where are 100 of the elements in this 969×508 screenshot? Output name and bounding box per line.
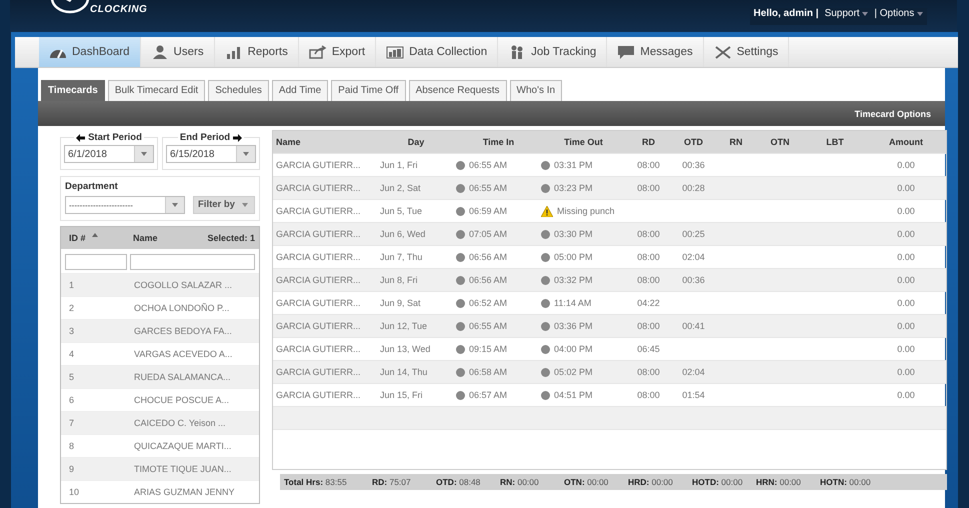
caret-icon [141,152,147,156]
clock-icon [541,252,550,262]
clock-icon [541,160,550,170]
table-cell-text: 0.00 [896,206,916,216]
employee-row[interactable]: 7 CAICEDO C. Yeison ... [61,411,259,434]
table-cell-text: 00:41 [681,321,706,331]
table-cell-text: GARCIA GUTIERR... [275,206,362,216]
employee-row[interactable]: 3 GARCES BEDOYA FA... [61,319,259,342]
tab[interactable]: Absence Requests [408,80,507,101]
column-header[interactable]: OTN [756,137,804,147]
nav-item[interactable]: Settings [704,37,790,67]
table-cell: 07:05 AM [469,229,508,239]
tab[interactable]: Paid Time Off [331,80,406,101]
column-header[interactable]: OTD [671,137,716,147]
start-period-label: Start Period [88,132,142,143]
column-header[interactable]: Amount [866,137,946,147]
table-cell-text: GARCIA GUTIERR... [275,160,362,170]
start-period-dropdown[interactable]: 6/1/2018 [64,145,154,163]
table-cell-text: 0.00 [896,252,916,262]
tab[interactable]: Timecards [41,80,105,101]
column-header[interactable]: Time Out [541,137,626,147]
table-cell-text: 0.00 [896,275,916,285]
column-header[interactable]: Time In [456,137,541,147]
table-cell-text: Jun 12, Tue [379,321,428,331]
table-cell-text: 0.00 [896,344,916,354]
column-header[interactable]: RN [716,137,756,147]
employee-row[interactable]: 9 TIMOTE TIQUE JUAN... [61,457,259,480]
column-header[interactable]: Name [273,137,376,147]
table-cell-text: Jun 14, Thu [379,367,428,377]
nav-item[interactable]: Data Collection [376,37,498,67]
total-value: HOTD: 00:00 [692,477,744,487]
total-value: HOTN: 00:00 [820,477,872,487]
table-cell-text: 08:00 [636,275,661,285]
table-cell-text: 08:00 [636,252,661,262]
nav-item[interactable]: Users [140,37,215,67]
name-filter-field[interactable] [130,254,255,270]
table-cell-text: Jun 6, Wed [379,229,426,239]
clock-icon [541,276,550,284]
table-cell: 06:56 AM [469,252,508,262]
tab[interactable]: Bulk Timecard Edit [108,80,206,101]
id-filter-field[interactable] [65,254,127,270]
table-cell-text: GARCIA GUTIERR... [275,367,362,377]
table-cell-text: 04:22 [636,298,661,308]
table-cell: 06:52 AM [469,298,508,308]
total-value: RN: 00:00 [500,477,540,487]
table-cell-text: Jun 8, Fri [379,275,419,285]
caret-icon [243,152,249,156]
grid-icon [386,45,404,59]
table-cell-text: 0.00 [896,367,916,377]
employee-row[interactable]: 5 RUEDA SALAMANCA... [61,365,259,388]
table-cell: Missing punch [557,206,615,216]
nav-item[interactable]: DashBoard [39,37,141,67]
user-icon [150,45,169,59]
table-cell-text: GARCIA GUTIERR... [275,344,362,354]
clock-icon [541,298,550,308]
department-dropdown[interactable]: ------------------------ [65,196,185,214]
speech-bubble-icon [617,45,636,59]
end-period-dropdown[interactable]: 6/15/2018 [166,145,256,163]
table-cell: 05:02 PM [554,367,593,377]
clock-icon [456,230,465,238]
table-cell-text: GARCIA GUTIERR... [275,321,362,331]
column-header[interactable]: Name [133,233,208,243]
table-cell: 03:23 PM [554,183,593,193]
column-header[interactable]: LBT [804,137,866,147]
header-link[interactable]: Support [824,8,868,19]
tab[interactable]: Add Time [272,80,328,101]
table-cell: 09:15 AM [469,344,508,354]
nav-item[interactable]: Messages [607,37,704,67]
share-icon [308,45,327,59]
employee-row[interactable]: 10 ARIAS GUZMAN JENNY [61,480,259,503]
warning-icon [541,206,553,216]
clock-icon [456,206,465,216]
clock-icon [541,322,550,330]
table-cell: 06:56 AM [469,275,508,285]
table-cell-text: GARCIA GUTIERR... [275,298,362,308]
table-cell-text: Jun 15, Fri [379,390,424,400]
table-cell-text: 01:54 [681,390,706,400]
total-value: Total Hrs: 83:55 [284,477,348,487]
nav-item[interactable]: Job Tracking [498,37,608,67]
nav-item[interactable]: Reports [214,37,299,67]
filter-dropdown[interactable]: Filter by [193,196,255,214]
employee-row[interactable]: 1 COGOLLO SALAZAR ... [61,273,259,296]
column-header[interactable]: RD [626,137,671,147]
tab[interactable]: Schedules [208,80,269,101]
logo-text: CLOCKING [90,4,148,15]
column-header[interactable]: Day [376,137,456,147]
nav-item[interactable]: Export [298,37,376,67]
total-value: HRD: 00:00 [628,477,674,487]
clock-icon [541,390,550,400]
table-cell: 03:32 PM [554,275,593,285]
timecard-options-button[interactable]: Timecard Options [854,108,931,118]
header-link[interactable]: | Options [874,8,923,19]
table-cell: 03:31 PM [554,160,593,170]
table-cell-text: GARCIA GUTIERR... [275,229,362,239]
table-cell-text: Jun 2, Sat [379,183,422,193]
table-cell-text: Jun 5, Tue [379,206,424,216]
selected-count: Selected: 1 [207,233,255,243]
table-cell-text: GARCIA GUTIERR... [275,183,362,193]
column-header[interactable]: ID # [69,233,86,243]
tab[interactable]: Who's In [510,80,562,101]
